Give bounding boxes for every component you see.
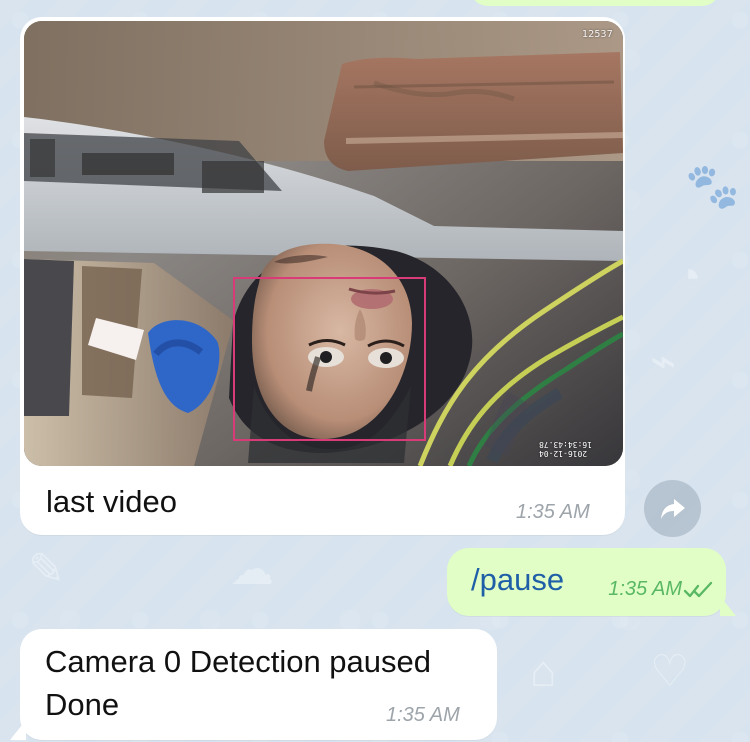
outgoing-message-pause: /pause 1:35 AM (447, 548, 736, 616)
forward-icon (660, 498, 685, 519)
status-line-1: Camera 0 Detection paused (45, 644, 432, 679)
outgoing-message-meta: 1:35 AM (608, 578, 713, 601)
incoming-video-time: 1:35 AM (516, 501, 590, 523)
background-doodle-gift-icon: ⌁ (650, 337, 677, 386)
video-timestamp: 2016-12-04 16:34:43.78 (539, 440, 592, 458)
video-preview[interactable]: 12537 2016-12-04 16:34:43.78 (24, 21, 623, 466)
background-doodle-notebook-icon: ✎ (28, 545, 65, 594)
double-check-icon (683, 581, 713, 597)
background-doodle-ball-icon: ◔ (675, 252, 702, 301)
previous-outgoing-bubble-fragment (470, 0, 720, 6)
camera-frame (24, 21, 623, 466)
background-doodle-trophy-icon: ⌂ (530, 647, 557, 696)
outgoing-message-time: 1:35 AM (608, 578, 682, 600)
incoming-status-message: Camera 0 Detection paused Done 1:35 AM (10, 629, 497, 740)
pause-command-text[interactable]: /pause (471, 563, 564, 597)
video-caption: last video (46, 484, 177, 519)
video-frame-counter: 12537 (581, 29, 613, 40)
background-doodle-heart-icon: ♡ (650, 647, 690, 696)
background-doodle-ghost-icon: ☁ (230, 545, 274, 594)
incoming-status-time: 1:35 AM (386, 704, 460, 726)
forward-button[interactable] (644, 480, 701, 537)
background-doodle-cat-icon: 🐾 (685, 162, 740, 211)
status-line-2: Done (45, 687, 120, 722)
incoming-video-message: 12537 2016-12-04 16:34:43.78 last video … (20, 17, 625, 535)
